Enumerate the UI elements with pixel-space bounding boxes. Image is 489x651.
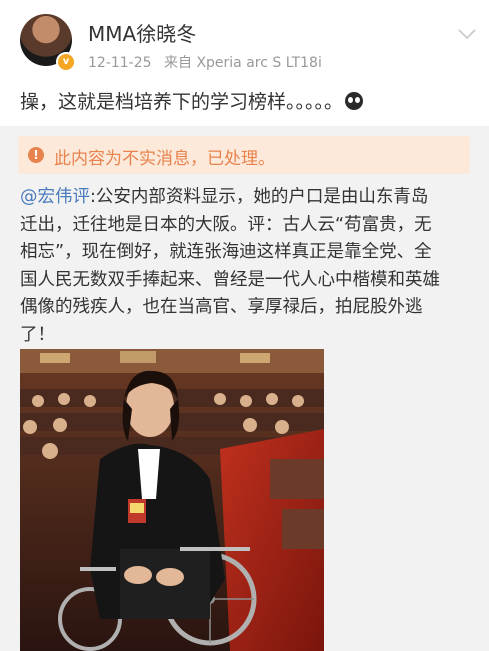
repost-line: 相忘”，现在倒好，就连张海迪这样真正是靠全党、全 xyxy=(20,242,432,263)
post-header: v MMA徐晓冬 12-11-25 来自 Xperia arc S LT18i xyxy=(0,0,489,84)
user-name[interactable]: MMA徐晓冬 xyxy=(88,18,196,47)
post-body: 操，这就是档培养下的学习榜样。。。。。 xyxy=(20,91,344,113)
warning-icon: ! xyxy=(28,147,44,163)
repost-line: 迁出，迁往地是日本的大阪。评：古人云“苟富贵，无 xyxy=(20,214,432,235)
verified-badge-icon: v xyxy=(56,52,76,72)
repost-line: 国人民无数双手捧起来、曾经是一代人心中楷模和英雄 xyxy=(20,269,440,290)
repost-line-text: :公安内部资料显示，她的户口是由山东青岛 xyxy=(90,187,429,207)
photo-image xyxy=(20,349,324,651)
mention-link[interactable]: @宏伟评 xyxy=(20,187,90,207)
repost-line: 偶像的残疾人，也在当高官、享厚禄后，拍屁股外逃 xyxy=(20,297,423,318)
repost-card[interactable]: ! 此内容为不实消息，已处理。 @宏伟评:公安内部资料显示，她的户口是由山东青岛… xyxy=(0,126,489,651)
post-date: 12-11-25 xyxy=(88,55,152,71)
post-text: 操，这就是档培养下的学习榜样。。。。。 xyxy=(20,88,470,116)
weibo-post: v MMA徐晓冬 12-11-25 来自 Xperia arc S LT18i … xyxy=(0,0,489,651)
repost-text: @宏伟评:公安内部资料显示，她的户口是由山东青岛 迁出，迁往地是日本的大阪。评：… xyxy=(20,184,475,350)
post-photo[interactable] xyxy=(20,349,324,651)
repost-line: @宏伟评:公安内部资料显示，她的户口是由山东青岛 xyxy=(20,184,475,212)
false-info-notice: ! 此内容为不实消息，已处理。 xyxy=(18,136,470,174)
warning-text: 此内容为不实消息，已处理。 xyxy=(54,149,275,169)
post-source: 来自 Xperia arc S LT18i xyxy=(164,55,322,71)
post-meta: 12-11-25 来自 Xperia arc S LT18i xyxy=(88,52,330,72)
face-emoji-icon xyxy=(345,92,364,110)
chevron-down-icon[interactable] xyxy=(455,22,479,46)
repost-line: 了！ xyxy=(20,324,55,345)
